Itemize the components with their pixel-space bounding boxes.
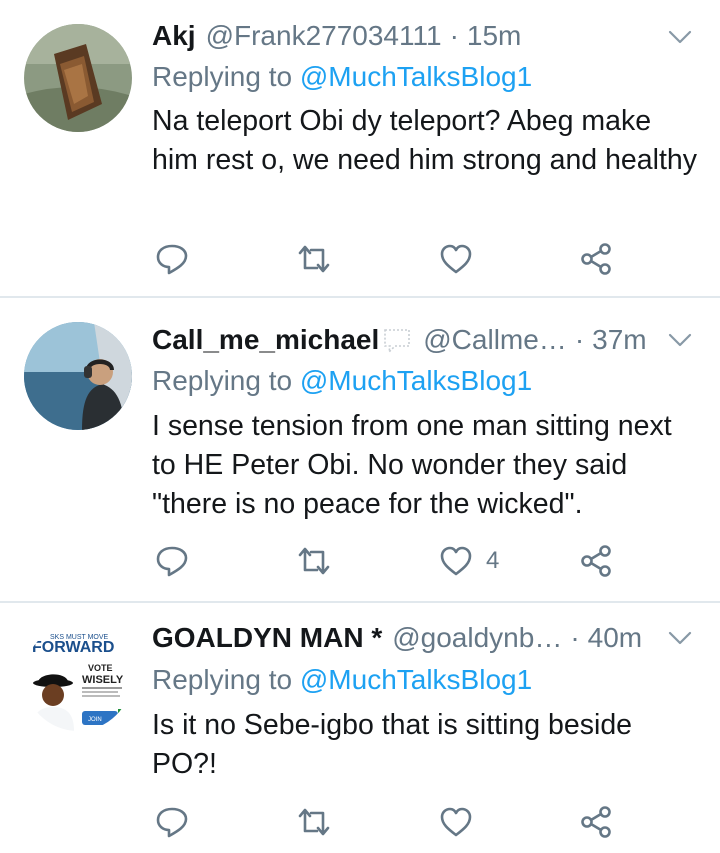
tweet-header: GOALDYN MAN * @goaldynb… · 40m [152,621,696,655]
share-icon [581,545,611,577]
speech-bubble-emoji-icon [384,329,411,354]
tweet-2[interactable]: Call_me_michael @Callme… · 37m Replying … [0,298,720,602]
reply-button[interactable] [154,541,190,581]
action-bar [152,802,632,842]
chevron-down-icon[interactable] [668,332,692,348]
like-icon [440,807,472,837]
reply-icon [156,244,188,275]
action-bar: 4 [152,541,632,581]
share-icon [581,806,611,838]
like-button[interactable]: 4 [438,541,499,581]
tweet-header: Akj @Frank277034111 · 15m [152,19,696,53]
retweet-button[interactable] [296,541,332,581]
display-name[interactable]: Akj [152,19,196,53]
replying-to: Replying to @MuchTalksBlog1 [152,663,532,697]
retweet-icon [298,245,330,273]
avatar[interactable] [24,24,132,132]
reply-icon [156,807,188,838]
timestamp[interactable]: 37m [592,323,646,357]
replying-prefix: Replying to [152,664,293,695]
tweet-text: I sense tension from one man sitting nex… [152,410,672,520]
replying-prefix: Replying to [152,365,293,396]
avatar-text-vote: VOTE [88,663,113,673]
retweet-icon [298,547,330,575]
reply-button[interactable] [154,802,190,842]
avatar[interactable]: SKS MUST MOVE FORWARD VOTE WISELY JOIN [24,623,132,731]
retweet-button[interactable] [296,239,332,279]
separator: · [449,20,459,51]
user-handle[interactable]: @Callme… [423,323,567,357]
action-bar [152,239,632,279]
avatar-text-brand: FORWARD [32,639,114,656]
retweet-icon [298,808,330,836]
separator: · [574,324,585,355]
user-handle[interactable]: @Frank277034111 [206,19,442,53]
separator: · [570,622,580,653]
avatar[interactable] [24,322,132,430]
display-name[interactable]: Call_me_michael [152,323,379,357]
mention-link[interactable]: @MuchTalksBlog1 [300,61,532,92]
share-icon [581,243,611,275]
mention-link[interactable]: @MuchTalksBlog1 [300,365,532,396]
reply-button[interactable] [154,239,190,279]
reply-icon [156,546,188,577]
user-handle[interactable]: @goaldynb… [392,621,562,655]
share-button[interactable] [578,541,614,581]
timestamp[interactable]: 15m [467,19,521,53]
tweet-header: Call_me_michael @Callme… · 37m [152,323,696,357]
like-icon [440,244,472,274]
avatar-text-join: JOIN [88,717,102,723]
replying-to: Replying to @MuchTalksBlog1 [152,364,532,398]
replying-to: Replying to @MuchTalksBlog1 [152,60,532,94]
like-button[interactable] [438,802,486,842]
chevron-down-icon[interactable] [668,29,692,45]
mention-link[interactable]: @MuchTalksBlog1 [300,664,532,695]
chevron-down-icon[interactable] [668,630,692,646]
like-button[interactable] [438,239,486,279]
replying-prefix: Replying to [152,61,293,92]
tweet-text: Na teleport Obi dy teleport? Abeg make h… [152,105,697,176]
tweet-3[interactable]: SKS MUST MOVE FORWARD VOTE WISELY JOIN G… [0,603,720,853]
share-button[interactable] [578,239,614,279]
tweet-text: Is it no Sebe-igbo that is sitting besid… [152,709,633,780]
like-count: 4 [486,547,500,574]
like-icon [440,546,472,576]
avatar-text-wisely: WISELY [82,674,124,686]
share-button[interactable] [578,802,614,842]
tweet-1[interactable]: Akj @Frank277034111 · 15m Replying to @M… [0,0,720,297]
retweet-button[interactable] [296,802,332,842]
timestamp[interactable]: 40m [588,621,642,655]
display-name[interactable]: GOALDYN MAN * [152,621,382,655]
